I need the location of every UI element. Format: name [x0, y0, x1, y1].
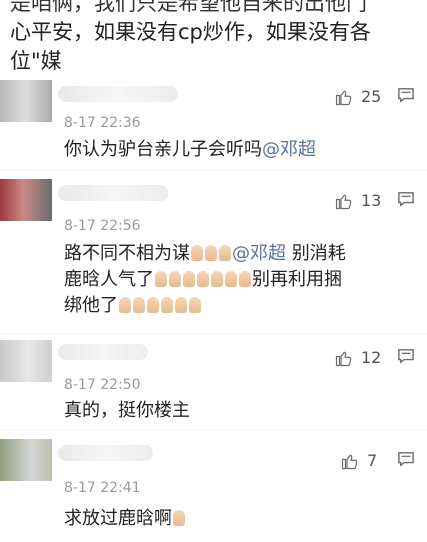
mention-link[interactable]: @邓超 — [232, 243, 286, 264]
like-count: 13 — [361, 191, 382, 210]
folded-hands-emoji — [119, 297, 131, 313]
folded-hands-emoji — [161, 297, 173, 313]
comment-bubble-icon[interactable] — [397, 87, 415, 103]
avatar[interactable] — [0, 80, 52, 122]
mention-link[interactable]: @邓超 — [262, 139, 316, 160]
comment-item: 8-17 22:50 12 真的，挺你楼主 — [0, 334, 427, 430]
comments-page: 是咱俩，我们只是希望他自来的出他门 心平安，如果没有cp炒作，如果没有各 位"媒… — [0, 0, 427, 542]
folded-hands-emoji — [225, 271, 237, 287]
post-text-line: 心平安，如果没有cp炒作，如果没有各 — [10, 20, 371, 44]
avatar[interactable] — [0, 340, 52, 382]
comment-bubble-icon[interactable] — [397, 451, 415, 467]
folded-hands-emoji — [191, 245, 203, 261]
avatar[interactable] — [0, 179, 52, 221]
comment-item: 8-17 22:56 13 路不同不相为谋 @邓超 别消耗 鹿晗人气了 别再利用捆 … — [0, 171, 427, 333]
post-text-line: 是咱俩，我们只是希望他自来的出他门 — [10, 0, 367, 15]
folded-hands-emoji — [211, 271, 223, 287]
comment-item: 8-17 22:41 7 求放过鹿晗啊 — [0, 431, 427, 542]
folded-hands-emoji — [197, 271, 209, 287]
folded-hands-emoji — [189, 297, 201, 313]
comment-item: 8-17 22:36 25 你认为驴台亲儿子会听吗@邓超 — [0, 72, 427, 170]
timestamp: 8-17 22:41 — [64, 480, 141, 496]
thumbs-up-icon — [341, 454, 358, 469]
folded-hands-emoji — [219, 245, 231, 261]
username[interactable] — [58, 344, 148, 360]
thumbs-up-icon — [335, 90, 352, 105]
like-button[interactable]: 12 — [335, 348, 381, 367]
folded-hands-emoji — [205, 245, 217, 261]
folded-hands-emoji — [173, 510, 185, 526]
comment-text: 路不同不相为谋 @邓超 别消耗 鹿晗人气了 别再利用捆 绑他了 — [64, 243, 346, 316]
thumbs-up-icon — [335, 351, 352, 366]
username[interactable] — [58, 86, 178, 102]
timestamp: 8-17 22:50 — [64, 377, 141, 393]
timestamp: 8-17 22:56 — [64, 218, 141, 234]
thumbs-up-icon — [335, 194, 352, 209]
folded-hands-emoji — [239, 271, 251, 287]
like-button[interactable]: 13 — [335, 191, 381, 210]
like-count: 12 — [361, 348, 382, 367]
folded-hands-emoji — [183, 271, 195, 287]
timestamp: 8-17 22:36 — [64, 115, 141, 131]
username[interactable] — [58, 445, 153, 461]
comment-text: 你认为驴台亲儿子会听吗@邓超 — [64, 139, 316, 160]
like-count: 7 — [367, 451, 378, 470]
folded-hands-emoji — [169, 271, 181, 287]
avatar[interactable] — [0, 439, 52, 481]
like-count: 25 — [361, 87, 382, 106]
like-button[interactable]: 7 — [341, 451, 377, 470]
post-text-snippet: 是咱俩，我们只是希望他自来的出他门 心平安，如果没有cp炒作，如果没有各 位"媒 — [0, 0, 427, 73]
folded-hands-emoji — [147, 297, 159, 313]
folded-hands-emoji — [155, 271, 167, 287]
folded-hands-emoji — [133, 297, 145, 313]
username[interactable] — [58, 185, 168, 201]
like-button[interactable]: 25 — [335, 87, 381, 106]
folded-hands-emoji — [175, 297, 187, 313]
comment-bubble-icon[interactable] — [397, 348, 415, 364]
comment-text: 求放过鹿晗啊 — [64, 506, 186, 532]
comment-bubble-icon[interactable] — [397, 191, 415, 207]
comment-text: 真的，挺你楼主 — [64, 400, 190, 421]
